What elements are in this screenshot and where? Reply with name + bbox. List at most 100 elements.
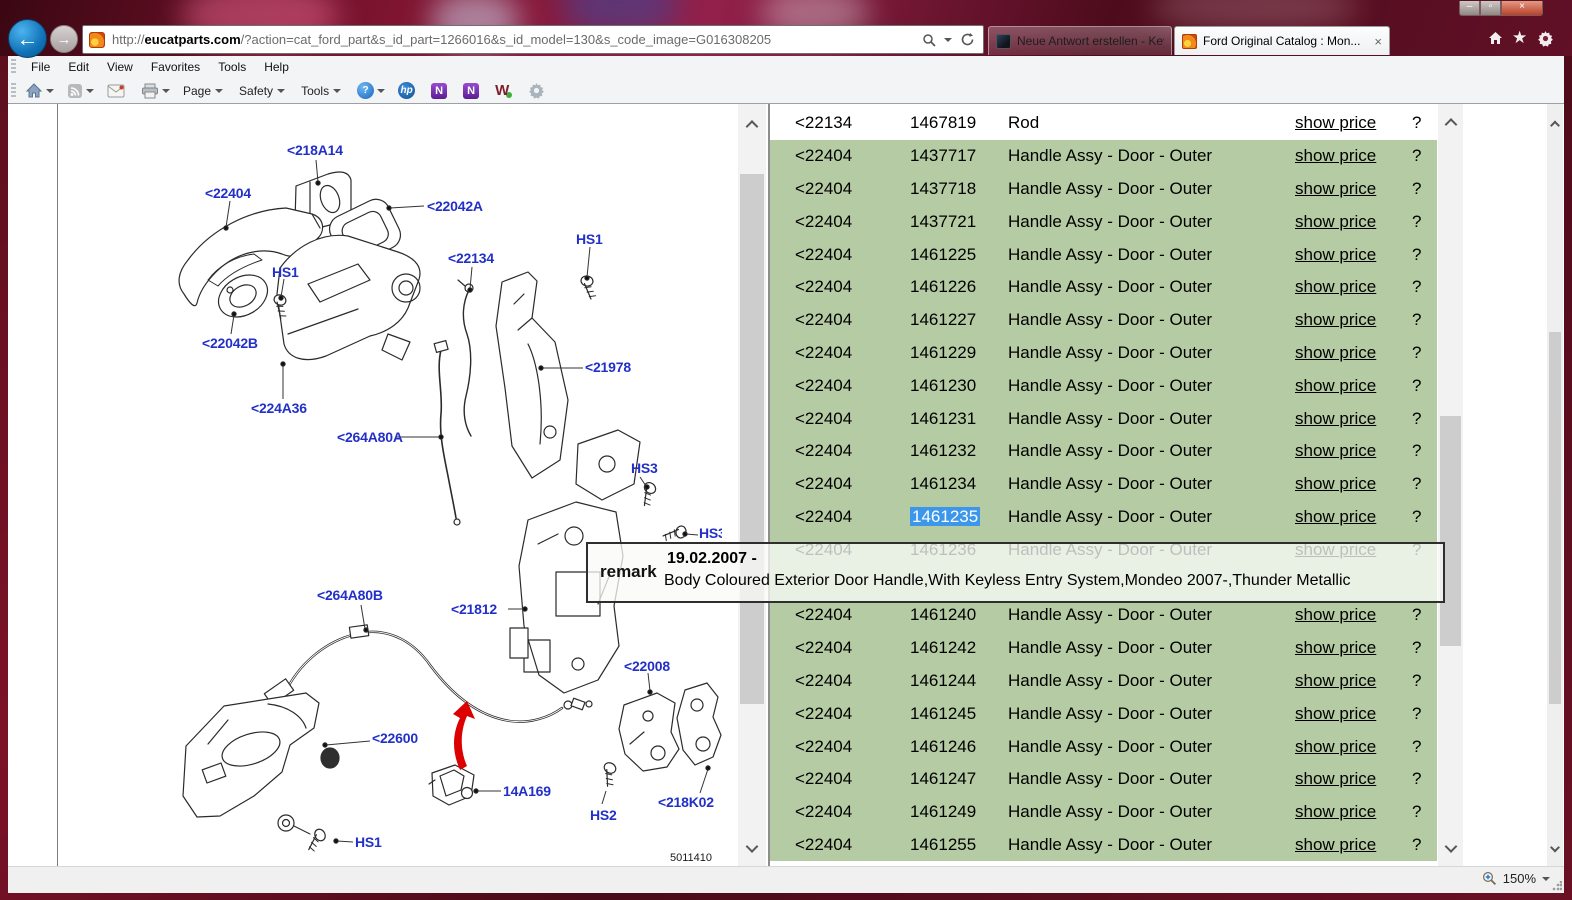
- diagram-part-label[interactable]: HS1: [272, 264, 299, 280]
- diagram-part-label[interactable]: HS2: [590, 807, 617, 823]
- show-price-link[interactable]: show price: [1295, 605, 1412, 625]
- diagram-part-label[interactable]: 14A169: [503, 783, 551, 799]
- diagram-part-label[interactable]: <264A80A: [337, 429, 403, 445]
- scroll-up-icon[interactable]: [1550, 121, 1560, 131]
- scroll-down-icon[interactable]: [746, 840, 759, 853]
- back-button[interactable]: ←: [8, 19, 47, 58]
- menu-view[interactable]: View: [98, 58, 142, 76]
- read-mail-icon[interactable]: [107, 84, 125, 98]
- zoom-level: 150%: [1503, 871, 1536, 886]
- options-gear-icon[interactable]: [528, 82, 545, 99]
- page-menu[interactable]: Page: [183, 84, 223, 98]
- show-price-link[interactable]: show price: [1295, 704, 1412, 724]
- favorites-star-icon[interactable]: ★: [1512, 28, 1527, 48]
- show-price-link[interactable]: show price: [1295, 474, 1412, 494]
- scroll-down-icon[interactable]: [1444, 840, 1457, 853]
- diagram-part-label[interactable]: <224A36: [251, 400, 307, 416]
- diagram-part-label[interactable]: <22134: [448, 250, 494, 266]
- show-price-link[interactable]: show price: [1295, 146, 1412, 166]
- home-icon[interactable]: [1487, 30, 1504, 52]
- show-price-link[interactable]: show price: [1295, 376, 1412, 396]
- close-button[interactable]: ×: [1501, 1, 1543, 16]
- hp-smart-print-icon[interactable]: hp: [398, 82, 415, 99]
- show-price-link[interactable]: show price: [1295, 671, 1412, 691]
- show-price-link[interactable]: show price: [1295, 343, 1412, 363]
- zoom-dropdown-icon[interactable]: [1542, 877, 1550, 881]
- diagram-part-label[interactable]: <22042A: [427, 198, 483, 214]
- show-price-link[interactable]: show price: [1295, 441, 1412, 461]
- refresh-icon[interactable]: [960, 32, 975, 47]
- diagram-part-label[interactable]: <218A14: [287, 142, 343, 158]
- menu-file[interactable]: File: [22, 58, 59, 76]
- help-dropdown-icon[interactable]: [377, 89, 385, 93]
- tab-inactive[interactable]: Neue Antwort erstellen - Keyle...: [988, 26, 1172, 55]
- minimize-button[interactable]: –: [1459, 1, 1480, 16]
- home-dropdown-icon[interactable]: [46, 89, 54, 93]
- diagram-part-label[interactable]: <22008: [624, 658, 670, 674]
- show-price-link[interactable]: show price: [1295, 310, 1412, 330]
- feeds-dropdown-icon[interactable]: [86, 89, 94, 93]
- onenote-linked-notes-icon[interactable]: N: [463, 83, 479, 99]
- table-scrollbar[interactable]: [1438, 104, 1463, 866]
- diagram-part-label[interactable]: <218K02: [658, 794, 714, 810]
- diagram-part-label[interactable]: <21978: [585, 359, 631, 375]
- restore-button[interactable]: ▫: [1480, 1, 1501, 16]
- zoom-control[interactable]: 150%: [1482, 871, 1550, 886]
- url-text[interactable]: http://eucatparts.com/?action=cat_ford_p…: [112, 32, 918, 47]
- show-price-link[interactable]: show price: [1295, 835, 1412, 855]
- settings-gear-icon[interactable]: [1537, 30, 1554, 52]
- scrollbar-thumb[interactable]: [740, 174, 764, 704]
- address-dropdown-icon[interactable]: [944, 38, 952, 42]
- help-icon[interactable]: ?: [357, 82, 374, 99]
- menu-favorites[interactable]: Favorites: [142, 58, 209, 76]
- search-icon[interactable]: [922, 33, 936, 47]
- show-price-link[interactable]: show price: [1295, 507, 1412, 527]
- show-price-link[interactable]: show price: [1295, 212, 1412, 232]
- diagram-part-label[interactable]: HS3: [699, 525, 722, 541]
- home-icon[interactable]: [25, 83, 43, 99]
- show-price-link[interactable]: show price: [1295, 179, 1412, 199]
- rss-feed-icon[interactable]: [67, 83, 83, 99]
- description-cell: Handle Assy - Door - Outer: [1008, 507, 1295, 527]
- scrollbar-thumb[interactable]: [1549, 332, 1561, 704]
- show-price-link[interactable]: show price: [1295, 245, 1412, 265]
- show-price-link[interactable]: show price: [1295, 277, 1412, 297]
- show-price-link[interactable]: show price: [1295, 638, 1412, 658]
- tab-close-icon[interactable]: ×: [1374, 34, 1382, 49]
- print-icon[interactable]: [141, 83, 159, 99]
- diagram-part-label[interactable]: <21812: [451, 601, 497, 617]
- scrollbar-thumb[interactable]: [1440, 416, 1461, 646]
- scroll-down-icon[interactable]: [1550, 843, 1560, 853]
- show-price-link[interactable]: show price: [1295, 113, 1412, 133]
- forward-button[interactable]: →: [50, 25, 78, 53]
- diagram-part-label[interactable]: <22404: [205, 185, 251, 201]
- word-research-icon[interactable]: W: [495, 82, 512, 99]
- diagram-part-label[interactable]: <264A80B: [317, 587, 383, 603]
- diagram-part-label[interactable]: HS1: [355, 834, 382, 850]
- part-code-cell: <22404: [795, 704, 910, 724]
- diagram-scrollbar[interactable]: [738, 104, 766, 866]
- show-price-link[interactable]: show price: [1295, 802, 1412, 822]
- scroll-up-icon[interactable]: [1444, 118, 1457, 131]
- show-price-link[interactable]: show price: [1295, 409, 1412, 429]
- table-row: <22404 1461246 Handle Assy - Door - Oute…: [770, 730, 1437, 763]
- send-to-onenote-icon[interactable]: N: [431, 83, 447, 99]
- diagram-part-label[interactable]: HS1: [576, 231, 603, 247]
- print-dropdown-icon[interactable]: [162, 89, 170, 93]
- diagram-part-label[interactable]: <22042B: [202, 335, 258, 351]
- diagram-part-label[interactable]: HS3: [631, 460, 658, 476]
- page-scrollbar[interactable]: [1547, 104, 1563, 866]
- safety-menu[interactable]: Safety: [239, 84, 285, 98]
- red-arrow: [453, 701, 475, 770]
- remark-text: Body Coloured Exterior Door Handle,With …: [664, 572, 1351, 590]
- menu-tools[interactable]: Tools: [209, 58, 255, 76]
- diagram-part-label[interactable]: <22600: [372, 730, 418, 746]
- tab-active[interactable]: Ford Original Catalog : Mon... ×: [1174, 26, 1390, 55]
- show-price-link[interactable]: show price: [1295, 737, 1412, 757]
- tools-menu[interactable]: Tools: [301, 84, 341, 98]
- address-bar[interactable]: http://eucatparts.com/?action=cat_ford_p…: [82, 25, 984, 54]
- menu-help[interactable]: Help: [255, 58, 298, 76]
- show-price-link[interactable]: show price: [1295, 769, 1412, 789]
- scroll-up-icon[interactable]: [746, 120, 759, 133]
- menu-edit[interactable]: Edit: [59, 58, 98, 76]
